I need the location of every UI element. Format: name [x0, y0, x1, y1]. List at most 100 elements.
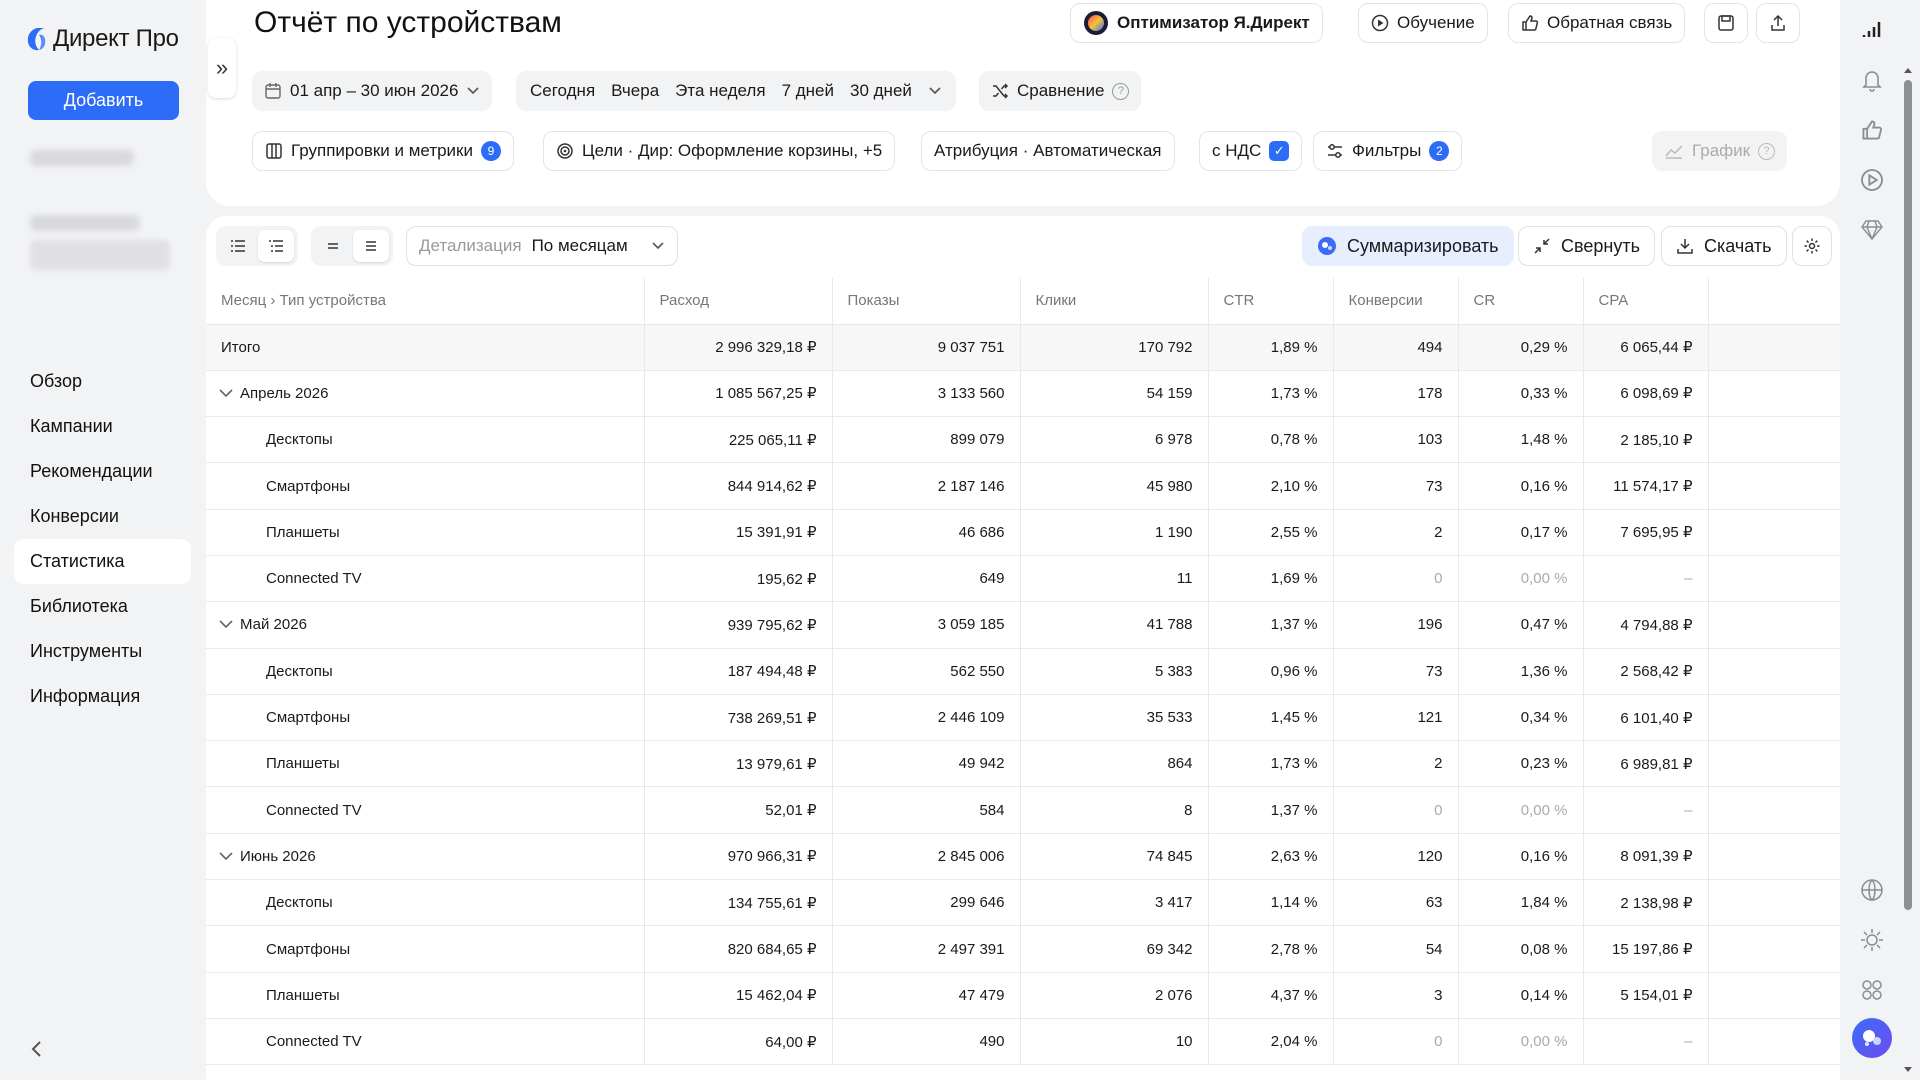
- detail-select[interactable]: Детализация По месяцам: [406, 226, 678, 266]
- sidebar-item-overview[interactable]: Обзор: [14, 359, 191, 404]
- metric-cell: 11: [1020, 555, 1209, 603]
- regular-rows-icon[interactable]: [353, 230, 389, 262]
- sidebar-item-library[interactable]: Библиотека: [14, 584, 191, 629]
- scroll-up-icon[interactable]: [1903, 66, 1913, 74]
- column-header-clicks[interactable]: Клики: [1020, 278, 1209, 325]
- app-logo[interactable]: Директ Про: [25, 25, 179, 53]
- add-button[interactable]: Добавить: [28, 81, 179, 120]
- play-circle-icon[interactable]: [1858, 166, 1886, 194]
- metric-cell: 2,10 %: [1208, 462, 1334, 510]
- apps-grid-icon[interactable]: [1858, 976, 1886, 1004]
- theme-sun-icon[interactable]: [1858, 926, 1886, 954]
- help-icon[interactable]: ?: [1758, 142, 1776, 160]
- metric-cell: 3: [1333, 972, 1459, 1019]
- metric-cell: 9 037 751: [832, 324, 1021, 371]
- gear-icon: [1803, 237, 1821, 255]
- metric-cell: 864: [1020, 740, 1209, 788]
- metric-cell: 490: [832, 1018, 1021, 1066]
- chart-button[interactable]: График ?: [1652, 131, 1788, 171]
- metric-cell: 2 185,10 ₽: [1583, 416, 1709, 464]
- metric-cell: 0,00 %: [1458, 555, 1584, 603]
- page-scrollbar[interactable]: [1904, 80, 1912, 910]
- metric-cell: 2,78 %: [1208, 925, 1334, 973]
- sidebar-item-conversions[interactable]: Конверсии: [14, 494, 191, 539]
- tree-list-icon[interactable]: [258, 230, 294, 262]
- flat-list-icon[interactable]: [220, 230, 256, 262]
- attribution-button[interactable]: Атрибуция · Автоматическая: [921, 131, 1175, 171]
- export-button[interactable]: [1756, 3, 1800, 43]
- metric-cell: 2 187 146: [832, 462, 1021, 510]
- month-group-row[interactable]: Май 2026 939 795,62 ₽3 059 185 41 788 1,37 …: [206, 601, 1840, 649]
- signal-bars-icon[interactable]: [1858, 14, 1886, 42]
- chevron-down-icon[interactable]: [218, 848, 240, 864]
- column-header-cpa[interactable]: CPA: [1583, 278, 1709, 325]
- bell-icon[interactable]: [1858, 66, 1886, 94]
- learning-button[interactable]: Обучение: [1358, 3, 1488, 43]
- save-report-button[interactable]: [1704, 3, 1748, 43]
- metric-cell: 178: [1333, 370, 1459, 418]
- expand-panel-icon[interactable]: »: [208, 38, 236, 98]
- summarize-button[interactable]: Суммаризировать: [1302, 226, 1514, 266]
- vat-toggle[interactable]: с НДС ✓: [1199, 131, 1303, 171]
- empty-cell: [1708, 925, 1840, 973]
- ai-assistant-icon[interactable]: [1852, 1018, 1892, 1058]
- metric-cell: 6 101,40 ₽: [1583, 694, 1709, 742]
- grouping-label: Группировки и метрики: [291, 141, 473, 160]
- column-header-ctr[interactable]: CTR: [1208, 278, 1334, 325]
- compare-button[interactable]: Сравнение ?: [979, 71, 1142, 111]
- metric-cell: 6 978: [1020, 416, 1209, 464]
- sidebar-item-tools[interactable]: Инструменты: [14, 629, 191, 674]
- collapse-button[interactable]: Свернуть: [1518, 226, 1655, 266]
- metric-cell: 2,55 %: [1208, 509, 1334, 556]
- row-label: Десктопы: [266, 894, 333, 912]
- collapse-sidebar-icon[interactable]: [30, 1040, 44, 1064]
- feedback-button[interactable]: Обратная связь: [1508, 3, 1686, 43]
- metric-cell: 45 980: [1020, 462, 1209, 510]
- chevron-down-icon[interactable]: [920, 86, 950, 96]
- help-icon[interactable]: ?: [1112, 82, 1130, 100]
- metric-cell: 1 085 567,25 ₽: [644, 370, 833, 418]
- preset-7-days[interactable]: 7 дней: [774, 81, 842, 101]
- diamond-icon[interactable]: [1858, 216, 1886, 244]
- month-group-row[interactable]: Июнь 2026 970 966,31 ₽2 845 006 74 845 2,63…: [206, 833, 1840, 881]
- table-settings-button[interactable]: [1792, 226, 1832, 266]
- scroll-down-icon[interactable]: [1903, 1066, 1913, 1074]
- preset-30-days[interactable]: 30 дней: [842, 81, 920, 101]
- metric-cell: 0,23 %: [1458, 740, 1584, 788]
- chevron-down-icon[interactable]: [218, 616, 240, 632]
- metric-cell: 1,48 %: [1458, 416, 1584, 464]
- chevron-down-icon[interactable]: [218, 385, 240, 401]
- sidebar-item-campaigns[interactable]: Кампании: [14, 404, 191, 449]
- preset-yesterday[interactable]: Вчера: [603, 81, 667, 101]
- compact-rows-icon[interactable]: [315, 230, 351, 262]
- filters-button[interactable]: Фильтры 2: [1313, 131, 1463, 171]
- thumbs-up-icon[interactable]: [1858, 116, 1886, 144]
- metric-cell: 5 383: [1020, 648, 1209, 695]
- column-header-month-device[interactable]: Месяц › Тип устройства: [206, 278, 645, 325]
- date-range-picker[interactable]: 01 апр – 30 июн 2026: [252, 71, 493, 111]
- sidebar-item-info[interactable]: Информация: [14, 674, 191, 719]
- vat-checkbox[interactable]: ✓: [1269, 141, 1290, 161]
- attribution-label: Атрибуция · Автоматическая: [934, 141, 1162, 160]
- empty-cell: [1708, 879, 1840, 927]
- sidebar-item-statistics[interactable]: Статистика: [14, 539, 191, 584]
- column-header-impressions[interactable]: Показы: [832, 278, 1021, 325]
- sidebar-item-recommendations[interactable]: Рекомендации: [14, 449, 191, 494]
- globe-icon[interactable]: [1858, 876, 1886, 904]
- preset-this-week[interactable]: Эта неделя: [667, 81, 773, 101]
- metric-cell: 170 792: [1020, 324, 1209, 371]
- column-header-conversions[interactable]: Конверсии: [1333, 278, 1459, 325]
- metric-cell: 47 479: [832, 972, 1021, 1019]
- filters-count-badge: 2: [1429, 141, 1450, 161]
- metric-cell: 49 942: [832, 740, 1021, 788]
- goals-button[interactable]: Цели · Дир: Оформление корзины, +5: [543, 131, 896, 171]
- download-button[interactable]: Скачать: [1661, 226, 1787, 266]
- metric-cell: 1 190: [1020, 509, 1209, 556]
- column-header-cr[interactable]: CR: [1458, 278, 1584, 325]
- column-header-cost[interactable]: Расход: [644, 278, 833, 325]
- empty-cell: [1708, 509, 1840, 556]
- optimizer-button[interactable]: Оптимизатор Я.Директ: [1070, 3, 1323, 43]
- preset-today[interactable]: Сегодня: [522, 81, 603, 101]
- month-group-row[interactable]: Апрель 2026 1 085 567,25 ₽3 133 560 54 159…: [206, 370, 1840, 418]
- grouping-metrics-button[interactable]: Группировки и метрики 9: [252, 131, 514, 171]
